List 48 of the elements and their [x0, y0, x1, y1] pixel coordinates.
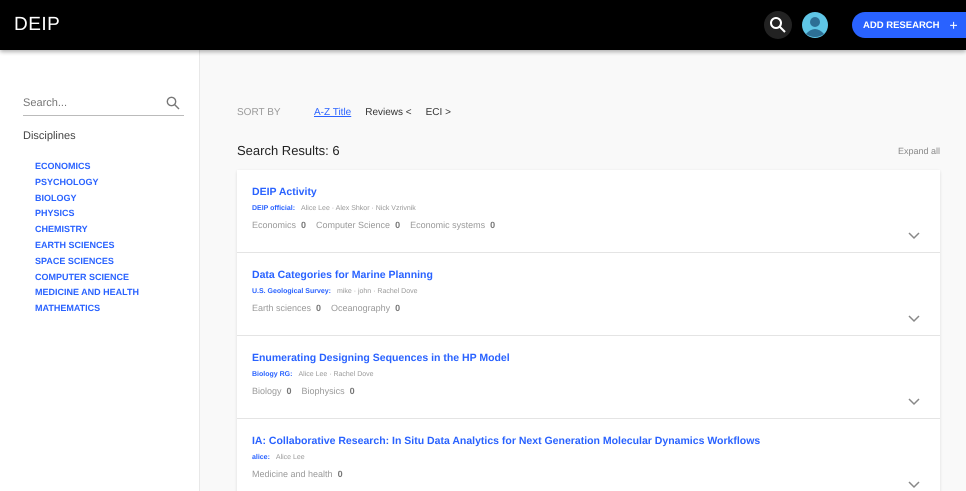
research-title[interactable]: IA: Collaborative Research: In Situ Data Analytics for Next Generation Molecular Dynamics Workflows	[252, 435, 925, 447]
discipline-link[interactable]: MEDICINE AND HEALTH	[35, 285, 183, 302]
discipline-name: Biology	[252, 386, 282, 396]
discipline-count: 0	[395, 220, 400, 230]
discipline-name: Earth sciences	[252, 303, 312, 313]
discipline-link[interactable]: CHEMISTRY	[35, 222, 183, 238]
discipline-count: 0	[395, 303, 400, 313]
discipline-link[interactable]: MATHEMATICS	[35, 301, 183, 317]
discipline-count: 0	[316, 303, 322, 313]
add-research-button[interactable]: ADD RESEARCH +	[852, 12, 966, 38]
chevron-down-icon[interactable]	[908, 398, 920, 406]
logo[interactable]: DEIP	[14, 14, 60, 36]
discipline-link[interactable]: EARTH SCIENCES	[35, 238, 183, 254]
discipline-count: 0	[490, 220, 496, 230]
discipline-link[interactable]: SPACE SCIENCES	[35, 254, 183, 270]
discipline-name: Medicine and health	[252, 469, 333, 479]
research-title[interactable]: Data Categories for Marine Planning	[252, 269, 925, 281]
discipline-link[interactable]: ECONOMICS	[35, 159, 183, 175]
discipline-count: 0	[301, 220, 306, 230]
chevron-down-icon[interactable]	[908, 315, 920, 323]
search-icon	[769, 16, 787, 34]
avatar-icon[interactable]	[802, 12, 828, 38]
discipline-link[interactable]: PHYSICS	[35, 206, 183, 222]
results-heading: Search Results: 6	[237, 143, 340, 158]
discipline-link[interactable]: BIOLOGY	[35, 190, 183, 206]
research-title[interactable]: DEIP Activity	[252, 186, 925, 198]
discipline-name: Oceanography	[331, 303, 390, 313]
discipline-name: Economic systems	[410, 220, 486, 230]
sort-option[interactable]: A-Z Title	[314, 107, 352, 118]
search-icon	[166, 96, 180, 110]
search-field[interactable]: Search...	[23, 90, 184, 116]
discipline-name: Computer Science	[316, 220, 390, 230]
disciplines-heading: Disciplines	[23, 130, 77, 142]
discipline-link[interactable]: COMPUTER SCIENCE	[35, 270, 183, 286]
research-title[interactable]: Enumerating Designing Sequences in the HP Model	[252, 352, 925, 364]
discipline-count: 0	[286, 386, 292, 396]
discipline-count: 0	[338, 469, 343, 479]
discipline-name: Economics	[252, 220, 296, 230]
discipline-count: 0	[350, 386, 355, 396]
chevron-down-icon[interactable]	[908, 481, 920, 489]
chevron-down-icon[interactable]	[908, 232, 920, 240]
expand-all-link[interactable]: Expand all	[898, 146, 940, 156]
discipline-link[interactable]: PSYCHOLOGY	[35, 174, 183, 191]
sort-option[interactable]: Reviews <	[365, 107, 412, 118]
discipline-name: Biophysics	[302, 386, 345, 396]
sort-option[interactable]: ECI >	[426, 107, 451, 118]
search-button[interactable]	[764, 11, 792, 39]
sort-label: SORT BY	[237, 107, 282, 118]
